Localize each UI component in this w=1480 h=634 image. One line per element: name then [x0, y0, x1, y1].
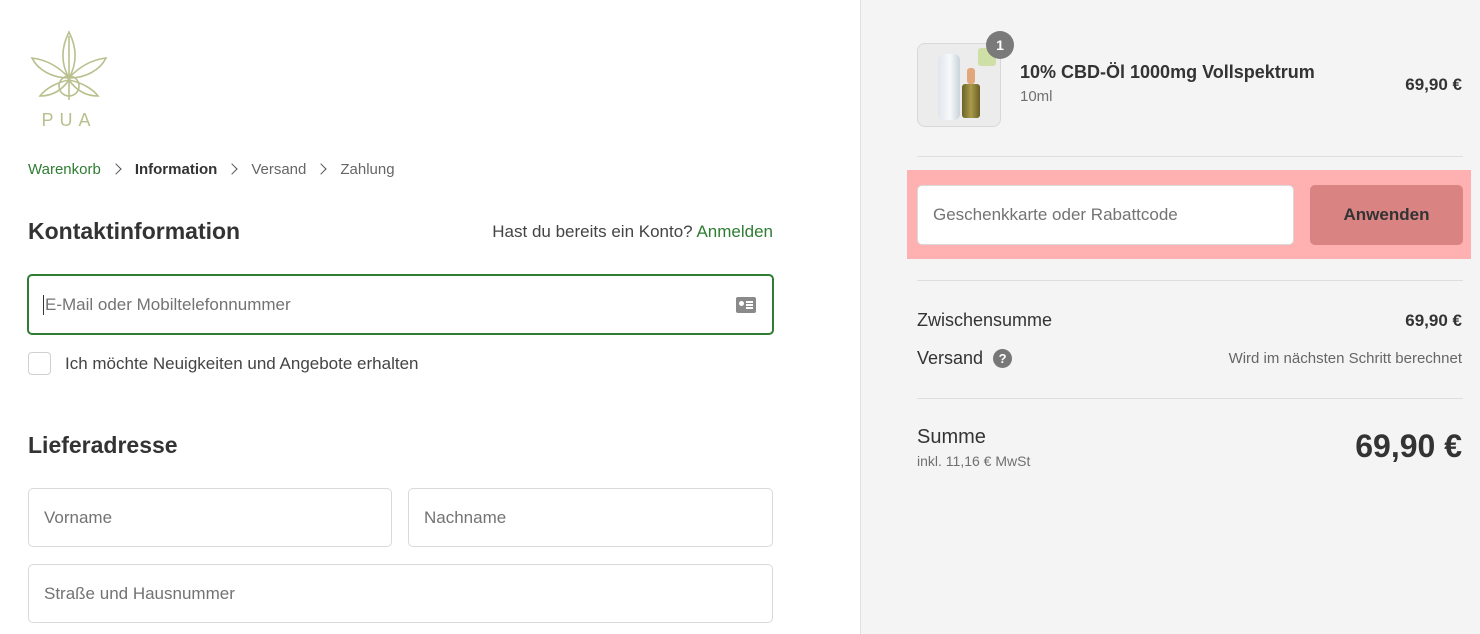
- last-name-placeholder: Nachname: [424, 507, 507, 527]
- divider: [917, 280, 1463, 281]
- product-thumbnail: [917, 43, 1001, 127]
- product-name: 10% CBD-Öl 1000mg Vollspektrum: [1020, 62, 1315, 82]
- discount-section: Geschenkkarte oder Rabattcode Anwenden: [907, 170, 1471, 259]
- apply-discount-button[interactable]: Anwenden: [1310, 185, 1463, 245]
- street-placeholder: Straße und Hausnummer: [44, 583, 235, 603]
- breadcrumb-cart[interactable]: Warenkorb: [28, 161, 101, 178]
- chevron-right-icon: [110, 163, 122, 175]
- account-prompt-text: Hast du bereits ein Konto?: [492, 222, 693, 241]
- text-cursor: [43, 294, 44, 315]
- shipping-label-row: Versand ?: [917, 348, 1013, 369]
- newsletter-option[interactable]: Ich möchte Neuigkeiten und Angebote erha…: [28, 352, 418, 375]
- question-circle-icon[interactable]: ?: [993, 349, 1013, 368]
- chevron-right-icon: [226, 163, 238, 175]
- dropper-cap-image: [967, 68, 975, 84]
- newsletter-checkbox[interactable]: [28, 352, 51, 375]
- last-name-field[interactable]: Nachname: [408, 488, 773, 547]
- email-placeholder: E-Mail oder Mobiltelefonnummer: [45, 294, 291, 314]
- product-packaging-image: [938, 54, 960, 120]
- logo-text: PUA: [41, 110, 97, 130]
- discount-placeholder: Geschenkkarte oder Rabattcode: [933, 205, 1178, 224]
- product-variant: 10ml: [1020, 88, 1053, 105]
- total-value: 69,90 €: [1355, 428, 1462, 464]
- account-prompt: Hast du bereits ein Konto? Anmelden: [492, 222, 773, 242]
- breadcrumb-payment: Zahlung: [340, 160, 395, 178]
- subtotal-value: 69,90 €: [1405, 311, 1462, 330]
- email-field[interactable]: E-Mail oder Mobiltelefonnummer: [27, 274, 774, 335]
- tax-note: inkl. 11,16 € MwSt: [917, 453, 1031, 469]
- subtotal-label: Zwischensumme: [917, 310, 1053, 330]
- street-field[interactable]: Straße und Hausnummer: [28, 564, 773, 623]
- breadcrumb: Warenkorb Information Versand Zahlung: [28, 158, 395, 180]
- total-label: Summe: [917, 426, 986, 448]
- discount-code-field[interactable]: Geschenkkarte oder Rabattcode: [917, 185, 1294, 245]
- order-summary: 1 10% CBD-Öl 1000mg Vollspektrum 10ml 69…: [860, 0, 1480, 634]
- quantity-badge: 1: [986, 31, 1014, 59]
- divider: [917, 156, 1463, 157]
- contact-card-icon: [736, 297, 756, 313]
- product-price: 69,90 €: [1405, 75, 1462, 94]
- contact-heading: Kontaktinformation: [28, 218, 241, 244]
- oil-bottle-image: [962, 84, 980, 118]
- login-link[interactable]: Anmelden: [696, 222, 773, 241]
- pua-logo[interactable]: PUA: [26, 28, 112, 132]
- shipping-value: Wird im nächsten Schritt berechnet: [1228, 350, 1462, 367]
- first-name-placeholder: Vorname: [44, 507, 113, 527]
- chevron-right-icon: [315, 163, 328, 175]
- first-name-field[interactable]: Vorname: [28, 488, 392, 547]
- divider: [917, 398, 1463, 399]
- cannabis-leaf-icon: [30, 30, 108, 100]
- breadcrumb-information: Information: [134, 160, 218, 178]
- breadcrumb-shipping: Versand: [251, 160, 307, 178]
- delivery-heading: Lieferadresse: [28, 432, 178, 458]
- newsletter-label[interactable]: Ich möchte Neuigkeiten und Angebote erha…: [65, 354, 418, 374]
- shipping-label: Versand: [917, 348, 984, 368]
- checkout-main: PUA Warenkorb Information Versand Zahlun…: [0, 0, 860, 634]
